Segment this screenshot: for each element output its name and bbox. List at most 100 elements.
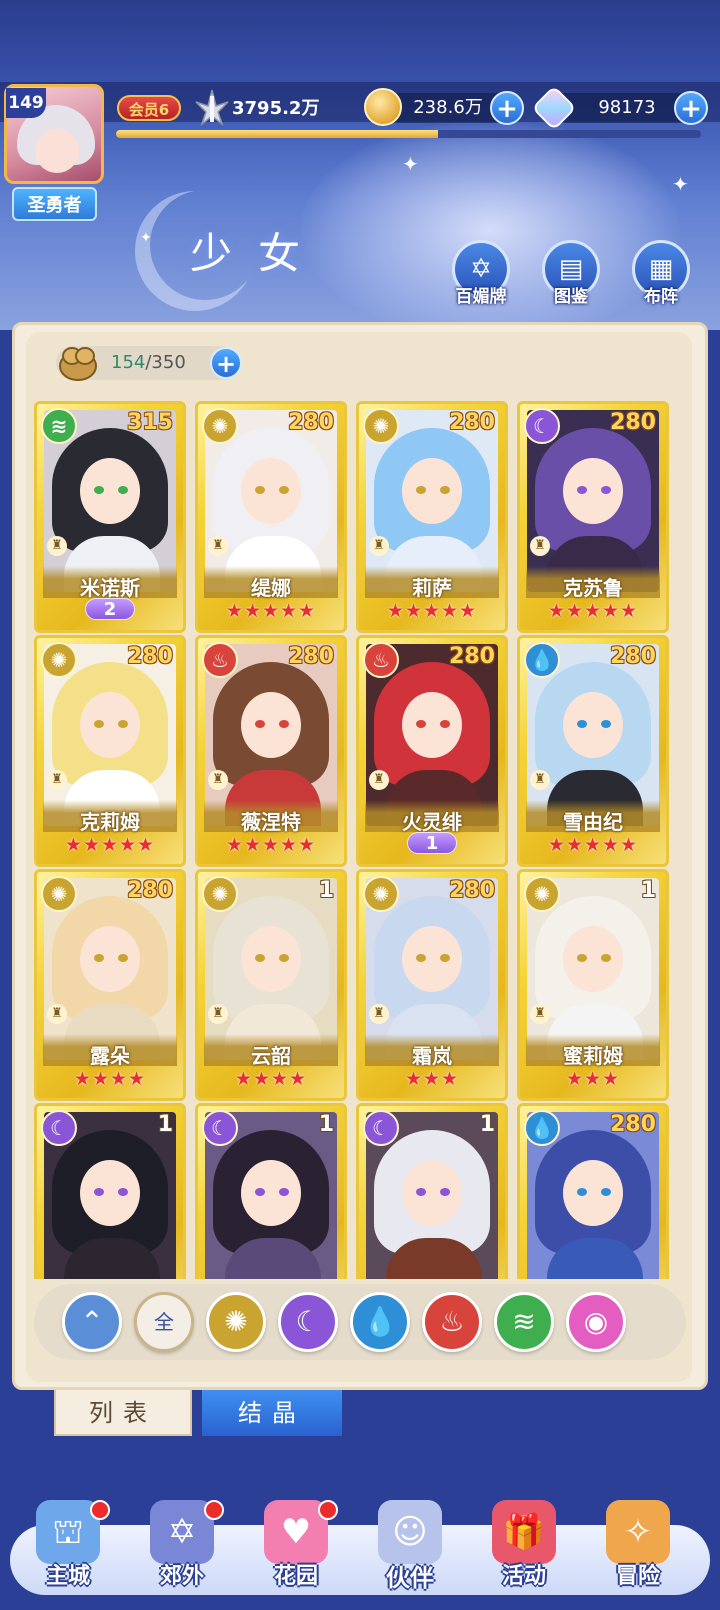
nav-gift-box[interactable]: 🎁 活动 (474, 1500, 574, 1600)
portrait-eye (118, 1188, 128, 1196)
sparkle-icon: ✦ (402, 152, 419, 176)
star-rating: ★★★★★ (547, 600, 639, 622)
nav-compass[interactable]: ✧ 冒险 (588, 1500, 688, 1600)
nav-label: 伙伴 (386, 1564, 434, 1592)
filter-wind-button[interactable]: ≋ (494, 1292, 554, 1352)
star-rating: ★★★★★ (64, 834, 156, 856)
character-grid: ≋ 315 ♜ 米诺斯 2 ✺ 280 ♜ 缇娜 ★★★★★ ✺ 280 ♜ 莉萨 ★★★★★ ☾ 280 ♜ 克苏… (34, 401, 686, 1279)
character-card[interactable]: ☾ 1 (34, 1103, 186, 1279)
light-element-icon: ✺ (202, 408, 238, 444)
character-card[interactable]: ✺ 1 ♜ 蜜莉姆 ★★★ (517, 869, 669, 1101)
gold-coin-icon (364, 88, 402, 126)
character-card[interactable]: ✺ 280 ♜ 克莉姆 ★★★★★ (34, 635, 186, 867)
light-element-icon: ✺ (363, 876, 399, 912)
nav-hexagram-gate[interactable]: ✡ 郊外 (132, 1500, 232, 1600)
character-level: 280 (127, 878, 173, 903)
add-gem-button[interactable]: + (674, 91, 708, 125)
character-card[interactable]: ♨ 280 ♜ 薇涅特 ★★★★★ (195, 635, 347, 867)
formation-button[interactable]: ▦ 布阵 (622, 240, 700, 310)
character-card[interactable]: ☾ 1 (356, 1103, 508, 1279)
nav-heart-garden[interactable]: ♥ 花园 (246, 1500, 346, 1600)
star-rating: ★★★★ (73, 1068, 147, 1090)
formation-label: 布阵 (644, 287, 678, 307)
class-chess-icon: ♜ (530, 770, 550, 790)
bag-icon (59, 347, 97, 381)
gift-box-icon: 🎁 (492, 1500, 556, 1564)
portrait-eye (279, 720, 289, 728)
portrait-eye (94, 720, 104, 728)
nav-label: 冒险 (615, 1564, 660, 1589)
dark-element-icon: ☾ (363, 1110, 399, 1146)
orb-icon: ◉ (583, 1305, 609, 1338)
notification-dot (204, 1500, 224, 1520)
top-banner: ✦ ✦ ✦ (0, 0, 720, 330)
character-card[interactable]: ☾ 280 ♜ 克苏鲁 ★★★★★ (517, 401, 669, 633)
capacity-max: /350 (145, 352, 186, 373)
star-rating: ★★★ (565, 1068, 621, 1090)
character-card[interactable]: ✺ 280 ♜ 露朵 ★★★★ (34, 869, 186, 1101)
character-card[interactable]: 💧 280 ♜ 雪由纪 ★★★★★ (517, 635, 669, 867)
filter-dark-button[interactable]: ☾ (278, 1292, 338, 1352)
filter-water-button[interactable]: 💧 (350, 1292, 410, 1352)
portrait-eye (94, 486, 104, 494)
character-card[interactable]: ♨ 280 ♜ 火灵绯 1 (356, 635, 508, 867)
portrait-eye (601, 954, 611, 962)
character-card[interactable]: ✺ 1 ♜ 云韶 ★★★★ (195, 869, 347, 1101)
character-card[interactable]: ☾ 1 (195, 1103, 347, 1279)
add-gold-button[interactable]: + (490, 91, 524, 125)
page-title: 少女 (190, 229, 327, 278)
filter-fire-button[interactable]: ♨ (422, 1292, 482, 1352)
character-level: 280 (449, 410, 495, 435)
character-level: 280 (449, 878, 495, 903)
portrait-face (563, 926, 623, 992)
partner-portrait-icon: ☺ (378, 1500, 442, 1564)
codex-button[interactable]: ▤ 图鉴 (532, 240, 610, 310)
portrait-eye (416, 954, 426, 962)
portrait-eye (118, 486, 128, 494)
nav-partner-portrait[interactable]: ☺ 伙伴 (360, 1500, 460, 1600)
sparkle-icon: ✦ (672, 172, 689, 196)
class-chess-icon: ♜ (208, 536, 228, 556)
character-card[interactable]: 💧 280 (517, 1103, 669, 1279)
card-deck-button[interactable]: ✡ 百媚牌 (442, 240, 520, 310)
light-element-icon: ✺ (41, 876, 77, 912)
character-name: 雪由纪 (563, 810, 623, 834)
experience-bar-fill (116, 130, 438, 138)
portrait-eye (440, 954, 450, 962)
class-chess-icon: ♜ (530, 536, 550, 556)
portrait-eye (416, 720, 426, 728)
card-deck-label: 百媚牌 (455, 287, 507, 307)
power-value: 3795.2万 (232, 98, 320, 119)
expand-capacity-button[interactable]: + (210, 347, 242, 379)
player-title-badge[interactable]: 圣勇者 (12, 187, 97, 221)
tab-crystal[interactable]: 结晶 (202, 1390, 342, 1436)
water-element-icon: 💧 (524, 1110, 560, 1146)
portrait-face (241, 458, 301, 524)
codex-label: 图鉴 (554, 287, 588, 307)
filter-pink-button[interactable]: ◉ (566, 1292, 626, 1352)
character-card[interactable]: ✺ 280 ♜ 缇娜 ★★★★★ (195, 401, 347, 633)
star-rating: ★★★★★ (386, 600, 478, 622)
awaken-badge: 1 (407, 832, 457, 854)
filter-all-button[interactable]: 全 (134, 1292, 194, 1352)
class-chess-icon: ♜ (369, 1004, 389, 1024)
vip-badge[interactable]: 会员6 (117, 95, 181, 121)
character-card[interactable]: ✺ 280 ♜ 霜岚 ★★★ (356, 869, 508, 1101)
dark-element-icon: ☾ (202, 1110, 238, 1146)
light-element-icon: ✺ (524, 876, 560, 912)
portrait-eye (255, 486, 265, 494)
character-name: 火灵绯 (402, 810, 462, 834)
nav-castle[interactable]: ⛫ 主城 (18, 1500, 118, 1600)
tab-list[interactable]: 列表 (54, 1390, 192, 1436)
character-card[interactable]: ✺ 280 ♜ 莉萨 ★★★★★ (356, 401, 508, 633)
portrait-eye (577, 720, 587, 728)
character-card[interactable]: ≋ 315 ♜ 米诺斯 2 (34, 401, 186, 633)
portrait-face (563, 458, 623, 524)
water-element-icon: 💧 (524, 642, 560, 678)
portrait-eye (279, 954, 289, 962)
filter-light-button[interactable]: ✺ (206, 1292, 266, 1352)
nav-label: 主城 (45, 1564, 90, 1589)
filter-collapse-button[interactable]: ⌃ (62, 1292, 122, 1352)
gold-value: 238.6万 (413, 97, 483, 118)
portrait-eye (94, 1188, 104, 1196)
